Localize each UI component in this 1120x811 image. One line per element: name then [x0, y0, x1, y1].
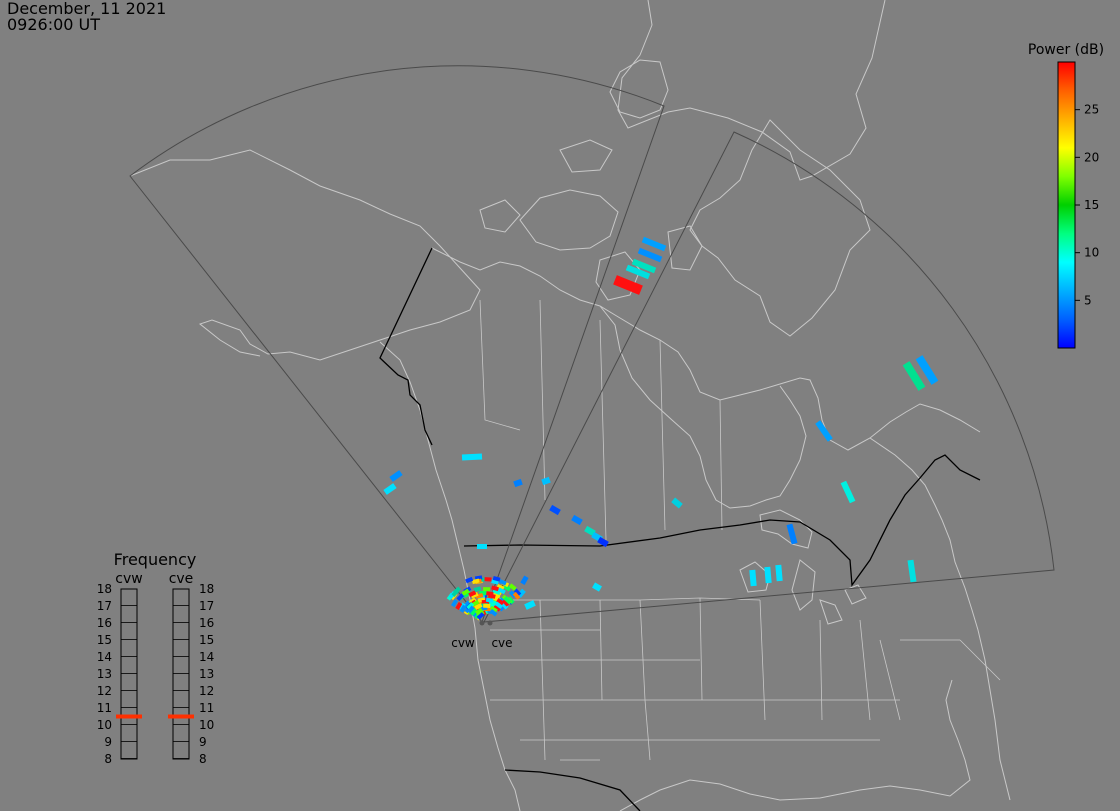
backscatter-cell [461, 453, 483, 461]
backscatter-cell [520, 575, 529, 585]
frequency-tick-label-cve: 15 [199, 633, 214, 647]
cvw-station-marker [479, 620, 485, 626]
frequency-tick-label-cve: 14 [199, 650, 214, 664]
cvw-fov-outline [129, 65, 665, 624]
us-mexico-border [504, 769, 641, 811]
colorbar-title: Power (dB) [1028, 42, 1104, 58]
frequency-tick-label-cve: 17 [199, 599, 214, 613]
backscatter-cell [483, 587, 491, 592]
frequency-tick-label-cvw: 17 [97, 599, 112, 613]
frequency-radar-label-cvw: cvw [115, 571, 142, 587]
backscatter-cell [641, 236, 667, 252]
station-label-cve: cve [491, 636, 512, 650]
colorbar-tick-label: 5 [1084, 293, 1092, 307]
colorbar-gradient [1057, 61, 1076, 349]
backscatter-cell [613, 275, 643, 295]
backscatter-cell [840, 480, 856, 504]
backscatter-cell [671, 497, 683, 509]
backscatter-cell [484, 577, 492, 582]
us-interior-lines [480, 597, 1001, 761]
frequency-tick-label-cve: 11 [199, 701, 214, 715]
cve-fov-outline [483, 131, 1055, 623]
alaska-canada-border [379, 247, 433, 446]
frequency-tick-label-cve: 9 [199, 735, 207, 749]
frequency-marker-cvw [116, 714, 142, 719]
backscatter-cell [764, 566, 772, 584]
backscatter-cell [637, 247, 663, 263]
backscatter-cell [571, 514, 583, 526]
frequency-tick-label-cvw: 10 [97, 718, 112, 732]
backscatter-cell [465, 576, 474, 584]
frequency-tick-label-cvw: 15 [97, 633, 112, 647]
baffin-island-outline [689, 119, 871, 337]
arctic-islands-outline [479, 139, 703, 301]
frequency-tick-label-cve: 13 [199, 667, 214, 681]
colorbar-tick-label: 25 [1084, 103, 1099, 117]
backscatter-cell [524, 600, 536, 610]
frequency-title: Frequency [114, 550, 197, 569]
station-label-cvw: cvw [451, 636, 475, 650]
frequency-marker-cve [168, 714, 194, 719]
backscatter-cell [907, 559, 917, 583]
frequency-column-cve [172, 588, 190, 760]
backscatter-cell [749, 569, 757, 587]
backscatter-cell [541, 476, 551, 486]
backscatter-cell [815, 420, 833, 442]
canada-province-lines [479, 299, 723, 541]
frequency-tick-label-cvw: 16 [97, 616, 112, 630]
frequency-tick-label-cve: 10 [199, 718, 214, 732]
frequency-column-cvw [120, 588, 138, 760]
hudson-bay-outline [599, 305, 807, 509]
frequency-tick-label-cvw: 14 [97, 650, 112, 664]
colorbar-ticks: 5 10 15 20 25 [1075, 103, 1099, 307]
frequency-tick-label-cvw: 11 [97, 701, 112, 715]
cve-station-marker [487, 620, 493, 626]
frequency-tick-label-cvw: 18 [97, 582, 112, 596]
coastlines [129, 0, 1011, 811]
frequency-tick-label-cvw: 13 [97, 667, 112, 681]
backscatter-cell [549, 504, 561, 516]
colorbar-tick-label: 20 [1084, 150, 1099, 164]
frequency-radar-label-cve: cve [169, 571, 194, 587]
frequency-tick-label-cve: 18 [199, 582, 214, 596]
backscatter-cells [383, 236, 939, 610]
radar-stations: cvw cve [451, 620, 513, 650]
frequency-tick-label-cvw: 12 [97, 684, 112, 698]
national-borders [379, 247, 981, 811]
frequency-panel: Frequency cvw cve 18 18 17 17 16 16 15 15 14 14 13… [97, 550, 215, 766]
backscatter-cell [513, 478, 523, 488]
radar-fields-of-view [129, 65, 1055, 624]
power-colorbar: Power (dB) 5 10 15 20 25 [1028, 42, 1104, 349]
radar-map-figure: December, 11 2021 0926:00 UT cvw cve Pow… [0, 0, 1120, 811]
alaska-coast-outline [129, 149, 481, 361]
radar-map: cvw cve Power (dB) 5 10 15 20 25 Frequency c… [97, 0, 1104, 811]
pacific-coast [379, 341, 521, 811]
frequency-tick-label-cvw: 9 [104, 735, 112, 749]
backscatter-cell [383, 483, 397, 495]
north-mainland-coast [431, 247, 981, 451]
backscatter-cell [477, 544, 487, 549]
great-lakes-outline [739, 509, 867, 625]
backscatter-cell [775, 564, 783, 582]
frequency-tick-label-cve: 8 [199, 752, 207, 766]
near-range-backscatter-cluster [446, 575, 522, 621]
greenland-outline [617, 0, 886, 181]
backscatter-cell [592, 582, 602, 592]
frequency-tick-label-cvw: 8 [104, 752, 112, 766]
colorbar-tick-label: 15 [1084, 198, 1099, 212]
colorbar-tick-label: 10 [1084, 246, 1099, 260]
labrador-coast [869, 437, 1011, 801]
frequency-tick-label-cve: 16 [199, 616, 214, 630]
backscatter-cell [483, 603, 491, 608]
ellesmere-island-outline [609, 59, 669, 119]
frequency-ticks: 18 18 17 17 16 16 15 15 14 14 13 13 12 12 11 11 10 10 9 9 8 8 [97, 582, 215, 766]
backscatter-cell [389, 470, 403, 482]
frequency-tick-label-cve: 12 [199, 684, 214, 698]
